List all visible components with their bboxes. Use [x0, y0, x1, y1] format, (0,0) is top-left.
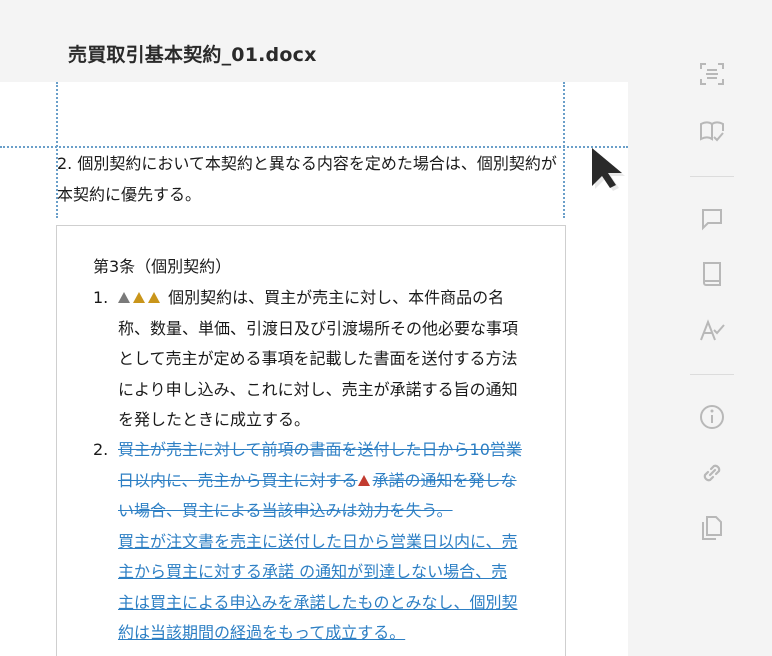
item-number: 2.: [93, 440, 109, 459]
list-item-2[interactable]: 2. 買主が売主に対して前項の書面を送付した日から10営業日以内に、売主から買主…: [93, 435, 523, 649]
list-item-1[interactable]: 1. 個別契約は、買主が売主に対し、本件商品の名称、数量、単価、引渡日及び引渡場…: [93, 283, 523, 436]
reading-check-icon[interactable]: [698, 117, 726, 145]
mouse-cursor-icon: [592, 148, 625, 191]
document-title: 売買取引基本契約_01.docx: [68, 44, 317, 66]
item-1-text: 個別契約は、買主が売主に対し、本件商品の名称、数量、単価、引渡日及び引渡場所その…: [118, 288, 519, 429]
warning-yellow-icon[interactable]: [133, 292, 145, 303]
clause-3-box[interactable]: 第3条（個別契約） 1. 個別契約は、買主が売主に対し、本件商品の名称、数量、単…: [56, 225, 566, 656]
warning-gray-icon[interactable]: [118, 292, 130, 303]
toolbar-divider: [690, 176, 734, 177]
book-icon[interactable]: [698, 260, 726, 288]
comment-icon[interactable]: [698, 205, 726, 233]
warning-red-icon[interactable]: [357, 474, 370, 486]
paragraph-2[interactable]: 2. 個別契約において本契約と異なる内容を定めた場合は、個別契約が本契約に優先す…: [57, 148, 563, 210]
clause-heading: 第3条（個別契約）: [93, 257, 232, 276]
item-number: 1.: [93, 288, 109, 307]
spell-check-icon[interactable]: [698, 316, 726, 344]
scan-icon[interactable]: [698, 60, 726, 88]
toolbar-divider: [690, 374, 734, 375]
right-toolbar: [628, 0, 772, 656]
inserted-text: 買主が注文書を売主に送付した日から営業日以内に、売主から買主に対する承諾 の通知…: [118, 531, 518, 643]
document-canvas[interactable]: 2. 個別契約において本契約と異なる内容を定めた場合は、個別契約が本契約に優先す…: [0, 82, 628, 656]
selection-guide-right: [563, 82, 565, 218]
link-icon[interactable]: [698, 459, 726, 487]
info-icon[interactable]: [698, 403, 726, 431]
document-header: 売買取引基本契約_01.docx: [0, 0, 628, 82]
copy-icon[interactable]: [698, 514, 726, 542]
warning-yellow-icon[interactable]: [148, 292, 160, 303]
